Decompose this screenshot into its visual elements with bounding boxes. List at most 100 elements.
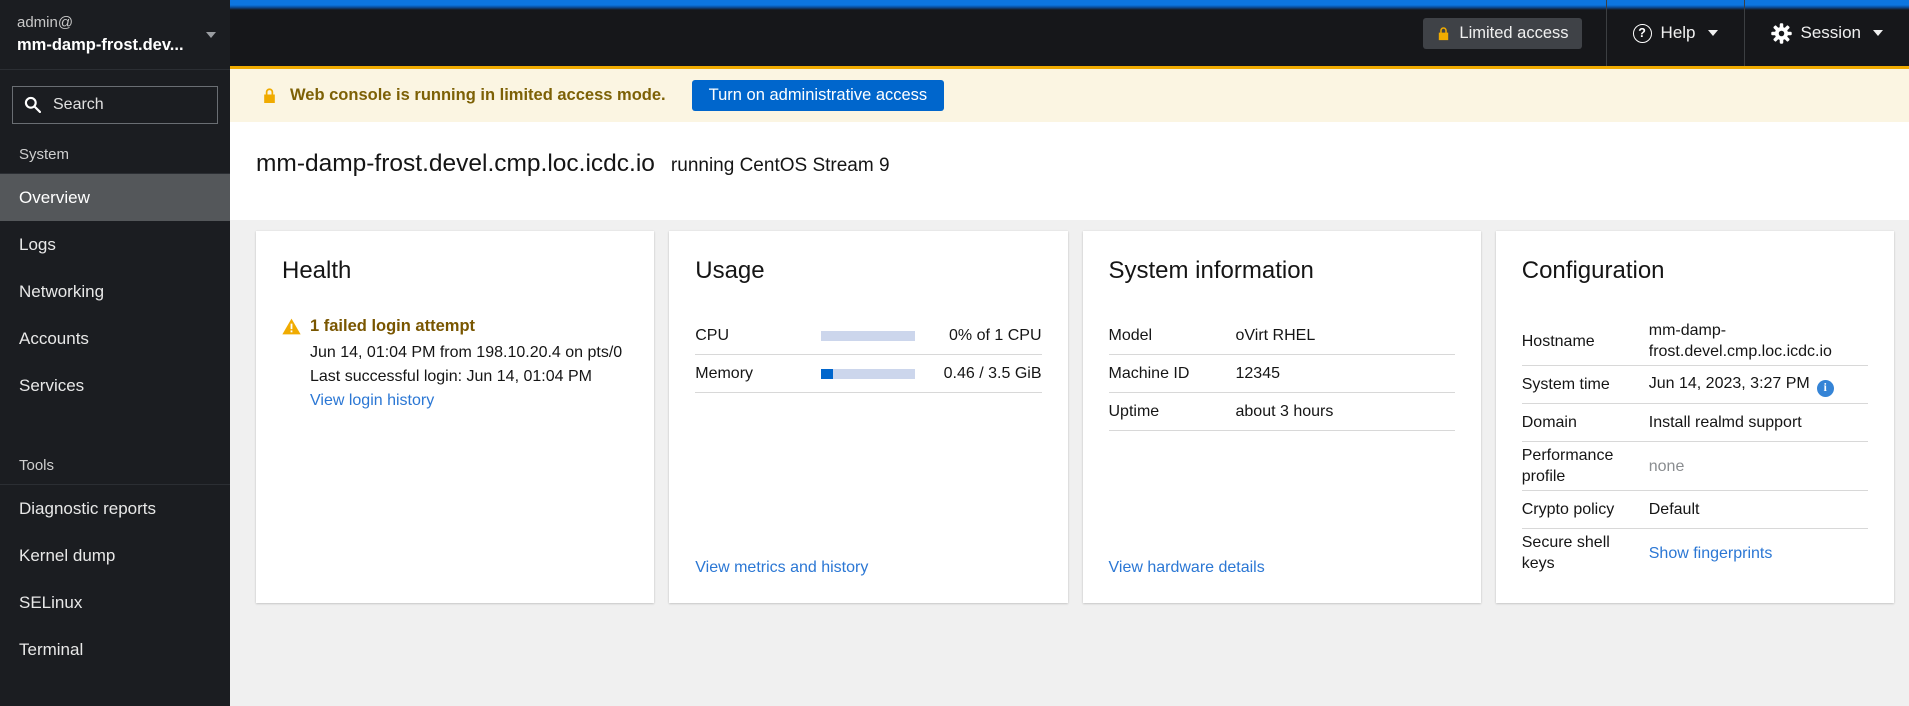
card-title: Health — [282, 257, 352, 284]
divider — [1743, 0, 1745, 66]
secure-shell-keys-row: Secure shell keys Show fingerprints — [1522, 529, 1868, 577]
failed-login-alert: 1 failed login attempt — [282, 317, 628, 336]
performance-profile-row: Performance profile none — [1521, 442, 1868, 491]
sidebar-item-networking[interactable]: Networking — [0, 268, 230, 315]
masthead: Limited access ? Help Session — [230, 0, 1909, 66]
sidebar-item-terminal[interactable]: Terminal — [0, 626, 230, 673]
help-icon: ? — [1632, 23, 1652, 43]
row-value: about 3 hours — [1235, 403, 1334, 420]
limited-access-label: Limited access — [1459, 23, 1569, 42]
sidebar-item-overview[interactable]: Overview — [0, 174, 230, 221]
current-host: mm-damp-frost.dev... — [17, 36, 184, 54]
sidebar-item-services[interactable]: Services — [0, 362, 230, 409]
help-label: Help — [1660, 23, 1696, 42]
logged-in-user: admin@ — [17, 14, 74, 31]
row-value: mm-damp-frost.devel.cmp.loc.icdc.io — [1648, 322, 1832, 360]
sidebar-search — [12, 86, 218, 124]
alert-title: 1 failed login attempt — [310, 317, 476, 335]
usage-card: Usage CPU 0% of 1 CPU Memory 0.46 / 3.5 … — [669, 231, 1068, 603]
sidebar: admin@ mm-damp-frost.dev... System Overv… — [0, 0, 230, 706]
crypto-policy-row: Crypto policy Default — [1521, 491, 1868, 529]
session-menu[interactable]: Session — [1745, 0, 1909, 66]
failed-login-detail: Jun 14, 01:04 PM from 198.10.20.4 on pts… — [310, 344, 623, 361]
configuration-card: Configuration Hostname mm-damp-frost.dev… — [1495, 231, 1894, 603]
memory-value: 0.46 / 3.5 GiB — [943, 364, 1042, 382]
row-label: Model — [1108, 327, 1153, 344]
turn-on-admin-access-button[interactable]: Turn on administrative access — [691, 80, 945, 111]
sidebar-item-label: Terminal — [19, 639, 84, 659]
divider — [1605, 0, 1607, 66]
nav-section-label: System — [19, 146, 70, 163]
cpu-usage-row: CPU 0% of 1 CPU — [695, 317, 1042, 355]
row-value: Install realmd support — [1648, 414, 1802, 431]
row-value: Default — [1648, 501, 1700, 518]
sidebar-item-kernel-dump[interactable]: Kernel dump — [0, 532, 230, 579]
card-title: Configuration — [1521, 257, 1665, 284]
nav-section-system: System Overview Logs Networking Accounts… — [0, 138, 230, 409]
row-label: Uptime — [1108, 403, 1160, 420]
chevron-down-icon — [1873, 30, 1883, 36]
sidebar-item-label: Networking — [19, 281, 105, 301]
view-metrics-link[interactable]: View metrics and history — [695, 559, 1041, 577]
row-label: Performance profile — [1521, 447, 1614, 485]
sidebar-item-selinux[interactable]: SELinux — [0, 579, 230, 626]
sidebar-item-label: Diagnostic reports — [19, 498, 157, 518]
limited-access-button[interactable]: Limited access — [1423, 17, 1582, 49]
sidebar-item-label: Overview — [19, 187, 90, 207]
overview-cards: Health 1 failed login attempt Jun 14, 01… — [230, 220, 1909, 603]
view-login-history-link[interactable]: View login history — [310, 392, 628, 410]
nav-section-label: Tools — [19, 457, 55, 474]
limited-access-banner: Web console is running in limited access… — [230, 66, 1909, 122]
session-label: Session — [1800, 23, 1861, 42]
row-label: Machine ID — [1108, 365, 1190, 382]
row-label: Hostname — [1521, 332, 1595, 350]
row-value: none — [1648, 457, 1685, 475]
host-switcher-text: admin@ mm-damp-frost.dev... — [17, 12, 198, 57]
banner-message: Web console is running in limited access… — [290, 86, 666, 104]
memory-progress-bar — [821, 368, 916, 379]
sidebar-item-label: Services — [19, 375, 85, 395]
system-time-value: Jun 14, 2023, 3:27 PM — [1648, 374, 1810, 392]
table-row: Model oVirt RHEL — [1108, 317, 1455, 355]
nav-section-tools: Tools Diagnostic reports Kernel dump SEL… — [0, 449, 230, 673]
domain-row: Domain Install realmd support — [1521, 404, 1868, 442]
memory-label: Memory — [695, 364, 754, 382]
help-menu[interactable]: ? Help — [1607, 0, 1744, 66]
card-title: System information — [1108, 257, 1314, 284]
row-value: oVirt RHEL — [1235, 327, 1316, 344]
system-time-row: System time Jun 14, 2023, 3:27 PM i — [1521, 366, 1868, 404]
row-label: Secure shell keys — [1521, 534, 1610, 572]
health-card: Health 1 failed login attempt Jun 14, 01… — [256, 231, 655, 603]
row-value: Jun 14, 2023, 3:27 PM i — [1649, 373, 1868, 397]
search-input[interactable] — [12, 86, 218, 124]
cpu-progress-bar — [821, 330, 916, 341]
gear-icon — [1770, 22, 1792, 44]
host-switcher[interactable]: admin@ mm-damp-frost.dev... — [0, 0, 230, 70]
main-content: mm-damp-frost.devel.cmp.loc.icdc.io runn… — [230, 122, 1909, 706]
row-label: Crypto policy — [1521, 501, 1615, 518]
system-information-card: System information Model oVirt RHEL Mach… — [1082, 231, 1481, 603]
sidebar-item-accounts[interactable]: Accounts — [0, 315, 230, 362]
hostname-row: Hostname mm-damp-frost.devel.cmp.loc.icd… — [1521, 317, 1868, 366]
table-row: Machine ID 12345 — [1108, 355, 1455, 393]
memory-usage-row: Memory 0.46 / 3.5 GiB — [695, 355, 1042, 393]
warning-icon — [282, 318, 301, 335]
page-header: mm-damp-frost.devel.cmp.loc.icdc.io runn… — [230, 122, 1909, 220]
sidebar-item-label: SELinux — [19, 592, 83, 612]
cpu-label: CPU — [695, 326, 730, 344]
os-subtitle: running CentOS Stream 9 — [670, 155, 890, 176]
lock-icon — [264, 88, 275, 103]
page-title: mm-damp-frost.devel.cmp.loc.icdc.io — [256, 150, 655, 177]
view-hardware-details-link[interactable]: View hardware details — [1109, 559, 1455, 577]
info-icon[interactable]: i — [1816, 379, 1834, 397]
chevron-down-icon — [1707, 30, 1718, 36]
cpu-value: 0% of 1 CPU — [949, 326, 1042, 344]
table-row: Uptime about 3 hours — [1108, 393, 1455, 431]
sidebar-item-diagnostic-reports[interactable]: Diagnostic reports — [0, 485, 230, 532]
search-icon — [24, 96, 41, 113]
card-title: Usage — [695, 257, 765, 284]
sidebar-item-logs[interactable]: Logs — [0, 221, 230, 268]
lock-icon — [1439, 26, 1449, 40]
show-fingerprints-link[interactable]: Show fingerprints — [1649, 545, 1773, 562]
row-value: 12345 — [1235, 365, 1281, 382]
